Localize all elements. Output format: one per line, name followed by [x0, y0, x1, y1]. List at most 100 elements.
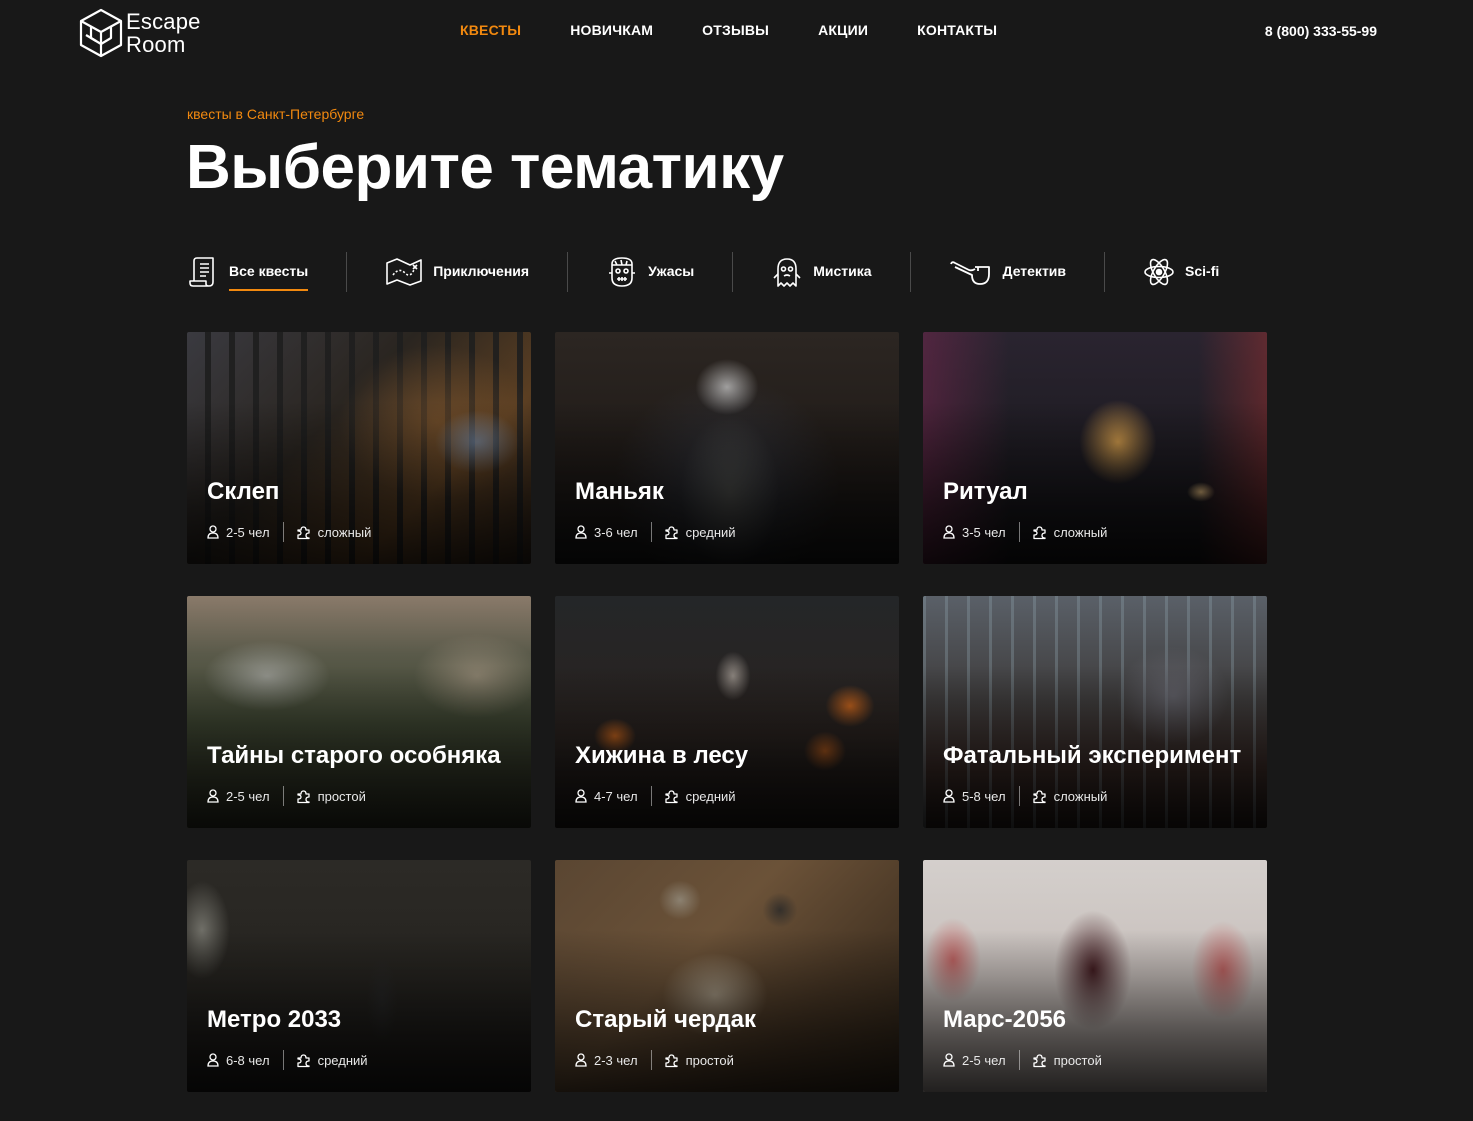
nav-link-beginners[interactable]: НОВИЧКАМ — [570, 22, 653, 38]
meta-divider — [650, 522, 652, 542]
quest-title: Марс-2056 — [943, 1006, 1067, 1033]
players-info: 6-8 чел — [207, 1053, 270, 1068]
difficulty-level: средний — [317, 1052, 368, 1068]
players-count: 4-7 чел — [594, 788, 638, 804]
page-kicker: квесты в Санкт-Петербурге — [187, 106, 365, 122]
quest-card[interactable]: Маньяк 3-6 чел средний — [555, 332, 899, 564]
puzzle-icon — [1032, 525, 1046, 539]
puzzle-icon — [1032, 789, 1046, 803]
quest-card[interactable]: Старый чердак 2-3 чел простой — [555, 860, 899, 1092]
players-info: 5-8 чел — [943, 789, 1006, 804]
cube-logo-icon — [79, 8, 123, 58]
filter-divider — [567, 252, 569, 292]
filter-label: Ужасы — [648, 263, 695, 279]
difficulty-level: простой — [1053, 1052, 1102, 1068]
person-icon — [207, 525, 219, 539]
quest-card[interactable]: Ритуал 3-5 чел сложный — [923, 332, 1267, 564]
nav-link-reviews[interactable]: ОТЗЫВЫ — [702, 22, 769, 38]
logo-line-1: Escape — [126, 9, 201, 34]
quest-title: Метро 2033 — [207, 1006, 342, 1033]
players-count: 2-3 чел — [594, 1052, 638, 1068]
filter-divider — [732, 252, 734, 292]
filter-divider — [346, 252, 348, 292]
pipe-icon — [949, 256, 993, 288]
difficulty-info: средний — [664, 789, 736, 804]
puzzle-icon — [296, 1053, 310, 1067]
filter-adventure[interactable]: Приключения — [385, 250, 529, 294]
filter-divider — [1104, 252, 1106, 292]
filter-label: Детектив — [1002, 263, 1067, 279]
filter-all[interactable]: Все квесты — [187, 250, 309, 294]
logo[interactable]: Escape Room — [78, 8, 218, 60]
quest-title: Старый чердак — [575, 1006, 756, 1033]
quest-meta: 2-5 чел простой — [943, 1050, 1102, 1070]
difficulty-info: простой — [1032, 1053, 1102, 1068]
difficulty-info: средний — [664, 525, 736, 540]
difficulty-info: простой — [296, 789, 366, 804]
quest-card[interactable]: Хижина в лесу 4-7 чел средний — [555, 596, 899, 828]
quest-meta: 3-5 чел сложный — [943, 522, 1107, 542]
quest-meta: 6-8 чел средний — [207, 1050, 368, 1070]
quest-meta: 5-8 чел сложный — [943, 786, 1107, 806]
person-icon — [575, 1053, 587, 1067]
quest-meta: 2-5 чел сложный — [207, 522, 371, 542]
difficulty-info: сложный — [1032, 789, 1107, 804]
nav-link-contacts[interactable]: КОНТАКТЫ — [917, 22, 997, 38]
filter-horror[interactable]: Ужасы — [606, 250, 694, 294]
puzzle-icon — [296, 525, 310, 539]
players-info: 3-5 чел — [943, 525, 1006, 540]
scroll-icon — [187, 256, 219, 288]
meta-divider — [1018, 1050, 1020, 1070]
players-count: 2-5 чел — [962, 1052, 1006, 1068]
filter-detective[interactable]: Детектив — [949, 250, 1066, 294]
difficulty-info: средний — [296, 1053, 368, 1068]
person-icon — [575, 789, 587, 803]
phone-link[interactable]: 8 (800) 333-55-99 — [1265, 23, 1377, 39]
quest-card[interactable]: Склеп 2-5 чел сложный — [187, 332, 531, 564]
quest-card[interactable]: Марс-2056 2-5 чел простой — [923, 860, 1267, 1092]
quest-title: Склеп — [207, 478, 280, 505]
players-count: 3-5 чел — [962, 524, 1006, 540]
puzzle-icon — [664, 1053, 678, 1067]
filter-label: Приключения — [433, 263, 530, 279]
site-header: Escape Room КВЕСТЫ НОВИЧКАМ ОТЗЫВЫ АКЦИИ… — [0, 0, 1473, 64]
difficulty-level: простой — [317, 788, 366, 804]
meta-divider — [650, 1050, 652, 1070]
nav-link-quests[interactable]: КВЕСТЫ — [460, 22, 521, 38]
players-count: 3-6 чел — [594, 524, 638, 540]
filter-label: Мистика — [813, 263, 872, 279]
difficulty-info: сложный — [1032, 524, 1108, 540]
quest-card[interactable]: Фатальный эксперимент 5-8 чел сложный — [923, 596, 1267, 828]
puzzle-icon — [1032, 1053, 1046, 1067]
quest-meta: 2-5 чел простой — [207, 786, 366, 806]
players-info: 4-7 чел — [575, 789, 638, 804]
quest-meta: 3-6 чел средний — [575, 522, 736, 542]
difficulty-level: сложный — [1053, 524, 1108, 540]
quest-card[interactable]: Тайны старого особняка 2-5 чел простой — [187, 596, 531, 828]
person-icon — [207, 789, 219, 803]
filter-mystic[interactable]: Мистика — [771, 250, 872, 294]
person-icon — [575, 525, 587, 539]
logo-line-2: Room — [126, 32, 186, 57]
difficulty-level: сложный — [317, 524, 372, 540]
person-icon — [207, 1053, 219, 1067]
puzzle-icon — [296, 789, 310, 803]
nav-link-promos[interactable]: АКЦИИ — [818, 22, 868, 38]
filter-scifi[interactable]: Sci-fi — [1143, 250, 1219, 294]
filter-label: Все квесты — [229, 263, 309, 291]
logo-text: Escape Room — [126, 10, 201, 56]
filter-label: Sci-fi — [1185, 263, 1220, 279]
map-icon — [385, 256, 423, 288]
puzzle-icon — [664, 525, 678, 539]
quest-meta: 4-7 чел средний — [575, 786, 736, 806]
players-info: 3-6 чел — [575, 525, 638, 540]
main-nav: КВЕСТЫ НОВИЧКАМ ОТЗЫВЫ АКЦИИ КОНТАКТЫ — [460, 22, 1046, 38]
meta-divider — [282, 1050, 284, 1070]
puzzle-icon — [664, 789, 678, 803]
difficulty-level: простой — [685, 1052, 734, 1068]
quest-title: Фатальный эксперимент — [943, 742, 1242, 769]
meta-divider — [282, 786, 284, 806]
difficulty-level: средний — [685, 788, 736, 804]
quest-card[interactable]: Метро 2033 6-8 чел средний — [187, 860, 531, 1092]
person-icon — [943, 1053, 955, 1067]
